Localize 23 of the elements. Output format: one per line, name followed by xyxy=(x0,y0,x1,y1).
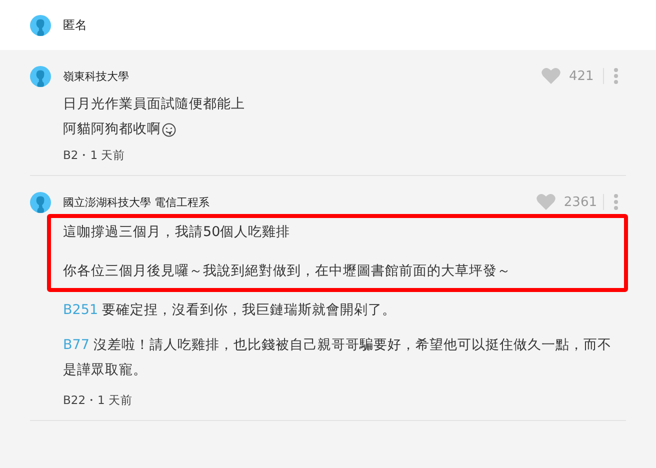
emoji-icon xyxy=(162,122,176,136)
floor-link[interactable]: B77 xyxy=(63,337,90,353)
comment-meta: B2・1 天前 xyxy=(63,148,126,163)
user-name: 匿名 xyxy=(63,16,87,34)
heart-icon[interactable] xyxy=(541,67,561,85)
like-count: 421 xyxy=(569,68,595,84)
more-icon[interactable] xyxy=(614,68,618,84)
author-name: 嶺東科技大學 xyxy=(63,68,130,84)
comment-text: 這咖撐過三個月，我請50個人吃雞排 xyxy=(63,223,290,242)
comment-text: 你各位三個月後見囉～我說到絕對做到，在中壢圖書館前面的大草坪發～ xyxy=(63,262,511,281)
comment-meta: B22・1 天前 xyxy=(63,393,134,408)
avatar-icon xyxy=(30,14,51,36)
more-icon[interactable] xyxy=(614,194,618,210)
avatar-icon xyxy=(30,192,51,213)
reply-text: B251 要確定捏，沒看到你，我巨鏈瑞斯就會開剁了。 xyxy=(63,301,398,320)
like-count: 2361 xyxy=(564,194,597,210)
reply-text: B77 沒差啦！請人吃雞排，也比錢被自己親哥哥騙要好，希望他可以挺住做久一點，而不是譁眾取寵。 xyxy=(63,336,612,380)
floor-link[interactable]: B251 xyxy=(63,302,98,318)
heart-icon[interactable] xyxy=(536,193,556,211)
comment-text: 日月光作業員面試隨便都能上 xyxy=(63,95,245,114)
author-name: 國立澎湖科技大學 電信工程系 xyxy=(63,194,210,210)
comment-text: 阿貓阿狗都收啊 xyxy=(63,120,161,139)
avatar-icon xyxy=(30,66,51,87)
